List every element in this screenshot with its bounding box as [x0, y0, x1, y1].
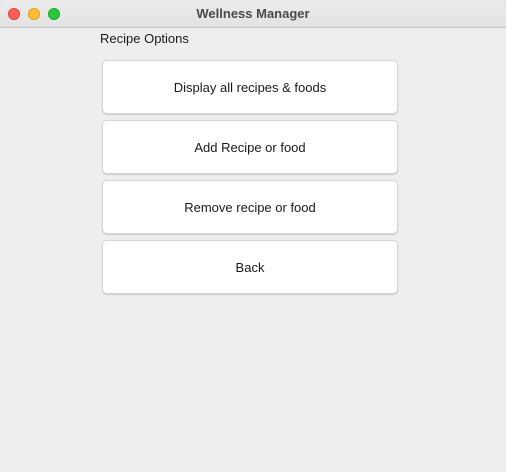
remove-recipe-button-label: Remove recipe or food: [184, 199, 316, 215]
app-window: Wellness Manager Recipe Options Display …: [0, 0, 506, 472]
remove-recipe-button[interactable]: Remove recipe or food: [102, 180, 398, 234]
add-recipe-button-label: Add Recipe or food: [194, 139, 306, 155]
back-button-label: Back: [235, 259, 265, 275]
main-panel: Recipe Options Display all recipes & foo…: [0, 28, 506, 472]
display-all-button-label: Display all recipes & foods: [173, 79, 327, 95]
add-recipe-button[interactable]: Add Recipe or food: [102, 120, 398, 174]
window-title: Wellness Manager: [196, 6, 310, 21]
section-label: Recipe Options: [100, 31, 189, 46]
display-all-button[interactable]: Display all recipes & foods: [102, 60, 398, 114]
title-bar[interactable]: Wellness Manager: [0, 0, 506, 28]
back-button[interactable]: Back: [102, 240, 398, 294]
